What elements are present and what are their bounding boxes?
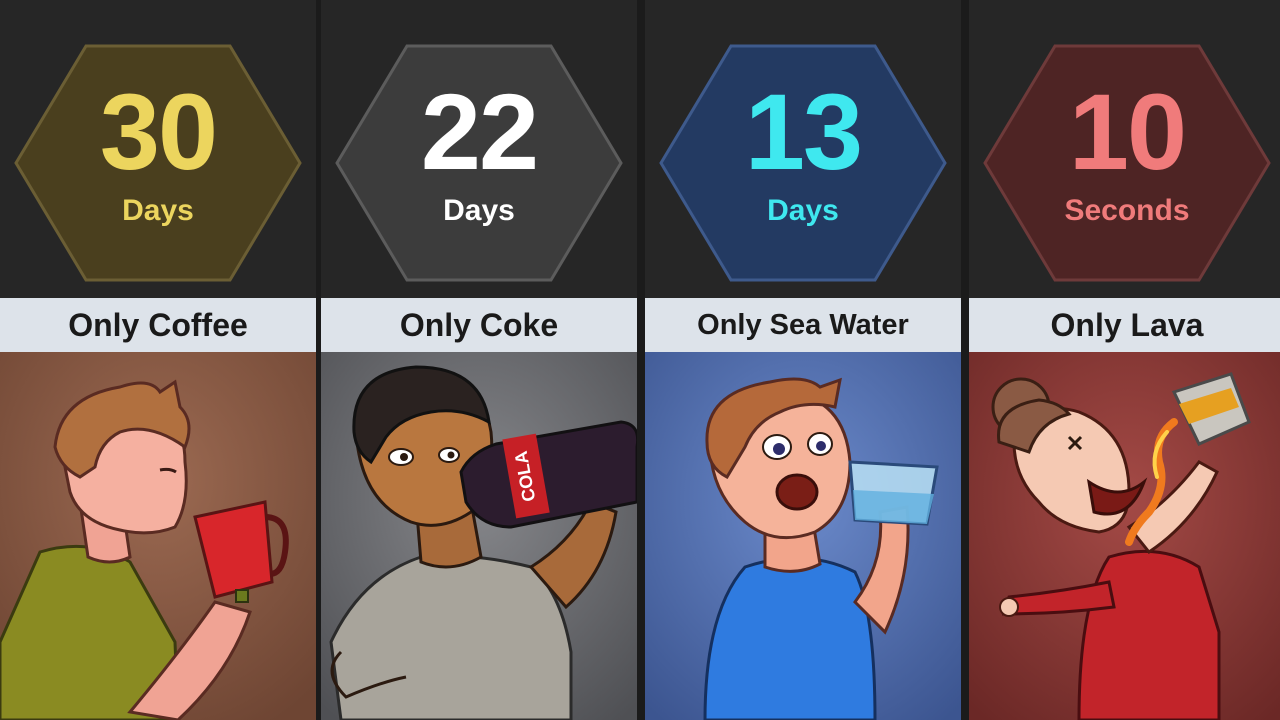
- duration-value: 13: [744, 71, 863, 192]
- duration-unit: Seconds: [1064, 194, 1190, 227]
- illustration-sea-water: [645, 352, 961, 720]
- duration-value: 10: [1068, 71, 1187, 192]
- hex-badge: 10 Seconds: [969, 0, 1280, 298]
- label-bar: Only Lava: [969, 298, 1280, 352]
- panel-coffee: 30 Days Only Coffee: [0, 0, 316, 720]
- duration-value: 22: [420, 71, 539, 192]
- illustration-coffee: [0, 352, 316, 720]
- panel-label: Only Coke: [399, 306, 559, 343]
- panel-lava: 10 Seconds Only Lava: [969, 0, 1280, 720]
- panel-label: Only Sea Water: [697, 308, 909, 341]
- duration-value: 30: [99, 71, 218, 192]
- panel-label: Only Coffee: [68, 306, 248, 343]
- label-bar: Only Sea Water: [645, 298, 961, 352]
- duration-unit: Days: [443, 194, 515, 227]
- hex-badge: 22 Days: [321, 0, 637, 298]
- hex-badge: 30 Days: [0, 0, 316, 298]
- illustration-coke: COLA: [321, 352, 637, 720]
- panel-sea-water: 13 Days Only Sea Water: [645, 0, 961, 720]
- duration-unit: Days: [122, 194, 194, 227]
- hex-badge: 13 Days: [645, 0, 961, 298]
- illustration-lava: [969, 352, 1280, 720]
- panel-label: Only Lava: [1050, 306, 1204, 343]
- label-bar: Only Coke: [321, 298, 637, 352]
- panel-coke: 22 Days Only Coke COLA: [321, 0, 637, 720]
- label-bar: Only Coffee: [0, 298, 316, 352]
- duration-unit: Days: [767, 194, 839, 227]
- comparison-row: 30 Days Only Coffee 22 Days Only Coke CO…: [0, 0, 1280, 720]
